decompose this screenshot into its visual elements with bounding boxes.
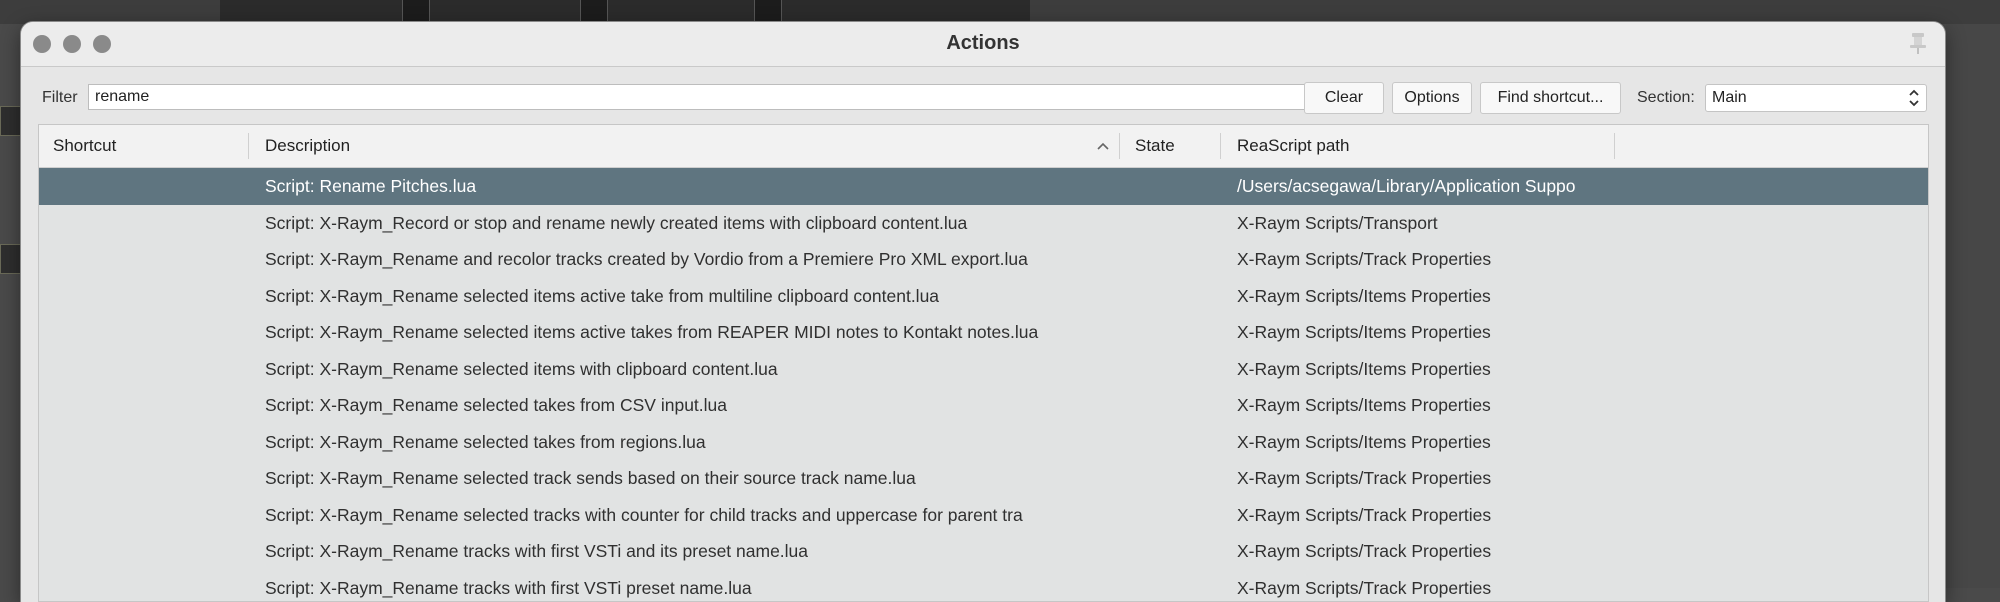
daw-media-item — [402, 0, 430, 23]
actions-window: Actions Filter Clear Options Find shortc… — [21, 22, 1945, 602]
table-row[interactable]: Script: X-Raym_Rename selected items wit… — [39, 351, 1929, 388]
description-cell: Script: X-Raym_Rename selected items act… — [265, 278, 1145, 315]
description-cell: Script: X-Raym_Rename selected items act… — [265, 314, 1145, 351]
column-divider[interactable] — [248, 133, 249, 159]
reascript-path-cell: X-Raym Scripts/Items Properties — [1237, 424, 1602, 461]
description-cell: Script: X-Raym_Rename selected track sen… — [265, 460, 1145, 497]
table-row[interactable]: Script: X-Raym_Rename selected items act… — [39, 278, 1929, 315]
table-row[interactable]: Script: Rename Pitches.lua/Users/acsegaw… — [39, 168, 1929, 205]
description-cell: Script: X-Raym_Rename tracks with first … — [265, 533, 1145, 570]
column-header-state[interactable]: State — [1135, 125, 1175, 167]
reascript-path-cell: X-Raym Scripts/Items Properties — [1237, 387, 1602, 424]
table-row[interactable]: Script: X-Raym_Rename and recolor tracks… — [39, 241, 1929, 278]
column-divider[interactable] — [1614, 133, 1615, 159]
actions-table: Shortcut Description State ReaScript pat… — [38, 124, 1929, 602]
options-button[interactable]: Options — [1392, 82, 1472, 114]
daw-background-panel — [1946, 24, 2000, 588]
table-row[interactable]: Script: X-Raym_Rename selected takes fro… — [39, 424, 1929, 461]
find-shortcut-button[interactable]: Find shortcut... — [1480, 82, 1621, 114]
reascript-path-cell: X-Raym Scripts/Items Properties — [1237, 314, 1602, 351]
description-cell: Script: X-Raym_Rename and recolor tracks… — [265, 241, 1145, 278]
reascript-path-cell: X-Raym Scripts/Track Properties — [1237, 533, 1602, 570]
description-cell: Script: X-Raym_Rename selected tracks wi… — [265, 497, 1145, 534]
description-cell: Script: X-Raym_Rename tracks with first … — [265, 570, 1145, 602]
table-row[interactable]: Script: X-Raym_Rename tracks with first … — [39, 570, 1929, 602]
filter-input[interactable] — [88, 84, 1310, 110]
description-cell: Script: X-Raym_Rename selected items wit… — [265, 351, 1145, 388]
section-label: Section: — [1637, 89, 1695, 107]
table-row[interactable]: Script: X-Raym_Rename selected tracks wi… — [39, 497, 1929, 534]
section-select-value: Main — [1712, 89, 1747, 107]
reascript-path-cell: X-Raym Scripts/Items Properties — [1237, 351, 1602, 388]
column-header-reascript-path[interactable]: ReaScript path — [1237, 125, 1349, 167]
reascript-path-cell: X-Raym Scripts/Track Properties — [1237, 497, 1602, 534]
reascript-path-cell: X-Raym Scripts/Track Properties — [1237, 241, 1602, 278]
description-cell: Script: Rename Pitches.lua — [265, 168, 1145, 205]
description-cell: Script: X-Raym_Record or stop and rename… — [265, 205, 1145, 242]
reascript-path-cell: /Users/acsegawa/Library/Application Supp… — [1237, 168, 1602, 205]
table-header: Shortcut Description State ReaScript pat… — [39, 125, 1929, 168]
clear-button[interactable]: Clear — [1304, 82, 1384, 114]
description-cell: Script: X-Raym_Rename selected takes fro… — [265, 424, 1145, 461]
reascript-path-cell: X-Raym Scripts/Track Properties — [1237, 460, 1602, 497]
table-row[interactable]: Script: X-Raym_Rename selected takes fro… — [39, 387, 1929, 424]
reascript-path-cell: X-Raym Scripts/Track Properties — [1237, 570, 1602, 602]
table-row[interactable]: Script: X-Raym_Rename tracks with first … — [39, 533, 1929, 570]
column-divider[interactable] — [1119, 133, 1120, 159]
daw-track-lane — [220, 0, 1030, 24]
description-cell: Script: X-Raym_Rename selected takes fro… — [265, 387, 1145, 424]
column-header-description[interactable]: Description — [265, 125, 350, 167]
table-row[interactable]: Script: X-Raym_Rename selected track sen… — [39, 460, 1929, 497]
daw-media-item — [580, 0, 608, 23]
reascript-path-cell: X-Raym Scripts/Transport — [1237, 205, 1602, 242]
table-row[interactable]: Script: X-Raym_Rename selected items act… — [39, 314, 1929, 351]
window-title: Actions — [21, 32, 1945, 55]
reascript-path-cell: X-Raym Scripts/Items Properties — [1237, 278, 1602, 315]
pin-icon[interactable] — [1905, 30, 1931, 56]
sort-ascending-icon — [1095, 138, 1111, 154]
table-body: Script: Rename Pitches.lua/Users/acsegaw… — [39, 168, 1929, 602]
updown-chevron-icon — [1907, 87, 1921, 109]
table-row[interactable]: Script: X-Raym_Record or stop and rename… — [39, 205, 1929, 242]
section-select[interactable]: Main — [1705, 84, 1927, 112]
daw-media-item — [754, 0, 782, 23]
column-divider[interactable] — [1220, 133, 1221, 159]
column-header-shortcut[interactable]: Shortcut — [53, 125, 116, 167]
title-bar: Actions — [21, 22, 1945, 67]
filter-label: Filter — [42, 89, 78, 107]
